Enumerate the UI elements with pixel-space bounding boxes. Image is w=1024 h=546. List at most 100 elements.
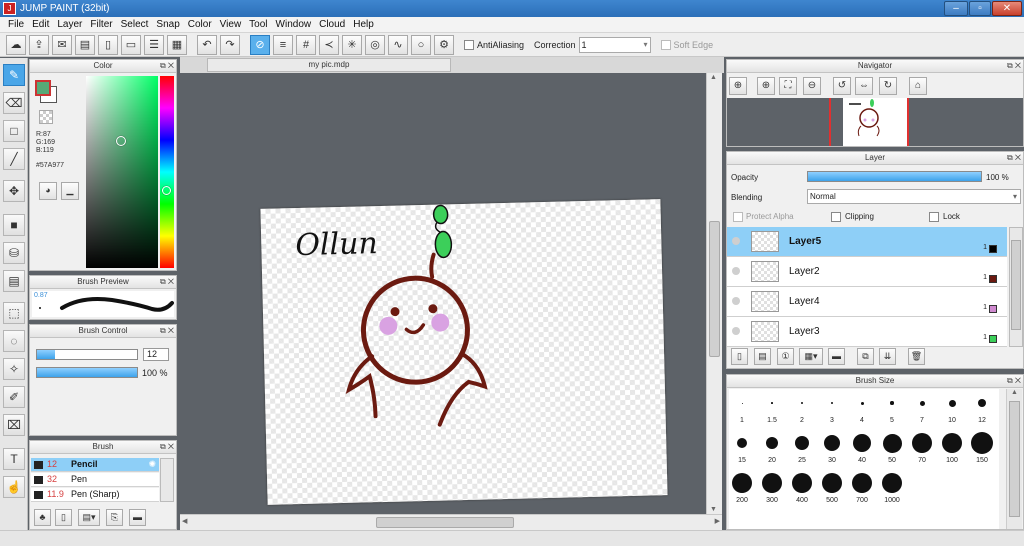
document-icon[interactable]: ▯ [98,34,118,55]
maximize-button[interactable]: ▫ [969,1,991,16]
scroll-up-icon[interactable]: ▲ [1011,389,1018,396]
layer-list-scrollbar[interactable] [1009,227,1023,347]
visibility-toggle-icon[interactable] [732,297,740,305]
gradient-tool-icon[interactable]: ▤ [3,270,25,292]
comment-icon[interactable]: ✉ [52,34,72,55]
panel-close-icon[interactable]: ⧉ ✕ [1007,152,1021,164]
blending-select[interactable]: Normal ▾ [807,189,1021,204]
protect-alpha-checkbox[interactable] [733,212,743,222]
brush-size-option[interactable]: 500 [818,469,846,507]
snap-parallel-icon[interactable]: ≡ [273,34,293,55]
layer-row-layer3[interactable]: Layer3 1 [727,317,1007,347]
layer-scroll-thumb[interactable] [1011,240,1021,330]
brush-size-option[interactable]: 1.5 [758,389,786,427]
visibility-toggle-icon[interactable] [732,267,740,275]
magic-wand-tool-icon[interactable]: ✧ [3,358,25,380]
rotate-right-icon[interactable]: ↻ [879,77,897,95]
panel-close-icon[interactable]: ⧉ ✕ [160,441,174,453]
scroll-up-icon[interactable]: ▲ [710,74,717,81]
clipping-checkbox[interactable] [831,212,841,222]
brush-size-option[interactable]: 100 [938,429,966,467]
layer-row-layer2[interactable]: Layer2 1 [727,257,1007,287]
eraser-tool-icon[interactable]: ⌫ [3,92,25,114]
panel-close-icon[interactable]: ⧉ ✕ [160,325,174,337]
list-icon[interactable]: ☰ [144,34,164,55]
vertical-scroll-thumb[interactable] [709,221,720,357]
layer-type-menu-icon[interactable]: ▦▾ [799,348,823,365]
menu-view[interactable]: View [216,19,246,30]
brush-opacity-slider[interactable] [36,367,138,378]
brush-size-option[interactable]: 5 [878,389,906,427]
layer-row-layer5[interactable]: Layer5 1 ✺ [727,227,1007,257]
lasso-tool-icon[interactable]: ◌ [3,330,25,352]
fit-view-icon[interactable]: ⛶ [779,77,797,95]
snap-curve-icon[interactable]: ∿ [388,34,408,55]
rect-select-tool-icon[interactable]: ⬚ [3,302,25,324]
move-tool-icon[interactable]: ✥ [3,180,25,202]
brush-menu-icon[interactable]: ▤▾ [78,509,100,526]
menu-snap[interactable]: Snap [152,19,183,30]
brush-size-scroll-thumb[interactable] [1009,401,1020,517]
brush-tool-icon[interactable]: ✎ [3,64,25,86]
menu-color[interactable]: Color [184,19,216,30]
visibility-toggle-icon[interactable] [732,237,740,245]
brush-item-pen-sharp[interactable]: 11.9 Pen (Sharp) [31,488,159,502]
brush-size-option[interactable]: 20 [758,429,786,467]
brush-size-option[interactable]: 70 [908,429,936,467]
brush-size-option[interactable]: 700 [848,469,876,507]
brush-size-option[interactable]: 10 [938,389,966,427]
horizontal-scroll-thumb[interactable] [376,517,514,528]
select-eraser-tool-icon[interactable]: ⌧ [3,414,25,436]
scroll-left-icon[interactable]: ◀ [182,517,187,525]
flip-icon[interactable]: ⇔ [855,77,873,95]
picker-cursor[interactable] [116,136,126,146]
snap-radial-icon[interactable]: ✳ [342,34,362,55]
panel-close-icon[interactable]: ⧉ ✕ [1007,375,1021,387]
new-layer-8bit-icon[interactable]: ▤ [754,348,771,365]
rotate-left-icon[interactable]: ↺ [833,77,851,95]
brush-size-option[interactable]: 7 [908,389,936,427]
scroll-down-icon[interactable]: ▼ [710,506,717,513]
brush-size-option[interactable]: 1 [728,389,756,427]
menu-cloud[interactable]: Cloud [315,19,349,30]
close-button[interactable]: ✕ [992,1,1022,16]
correction-select[interactable]: 1 ▾ [578,36,651,53]
bucket-tool-icon[interactable]: ⛁ [3,242,25,264]
menu-window[interactable]: Window [272,19,316,30]
brush-size-option[interactable]: 15 [728,429,756,467]
zoom-in-icon[interactable]: ⊕ [729,77,747,95]
snap-settings-icon[interactable]: ⚙ [434,34,454,55]
minimize-button[interactable]: – [944,1,968,16]
delete-layer-icon[interactable]: 🗑 [908,348,925,365]
primary-color-swatch[interactable] [35,80,51,96]
panel-close-icon[interactable]: ⧉ ✕ [160,276,174,288]
gear-icon[interactable]: ✺ [148,458,156,471]
brush-tree-icon[interactable]: ♣ [34,509,51,526]
transparent-color-swatch[interactable] [39,110,53,124]
panel-close-icon[interactable]: ⧉ ✕ [1007,60,1021,72]
brush-size-option[interactable]: 12 [968,389,996,427]
brush-item-pencil[interactable]: 12 Pencil ✺ [31,458,159,472]
hue-slider[interactable] [160,76,174,268]
brush-size-option[interactable]: 200 [728,469,756,507]
cloud-icon[interactable]: ☁ [6,34,26,55]
menu-help[interactable]: Help [349,19,378,30]
brush-size-option[interactable]: 1000 [878,469,906,507]
brush-list-scrollbar[interactable] [160,458,174,502]
folder-icon[interactable]: ▬ [129,509,146,526]
snap-circle-icon[interactable]: ○ [411,34,431,55]
new-layer-icon[interactable]: ▯ [731,348,748,365]
grid-icon[interactable]: ▦ [167,34,187,55]
navigator-preview[interactable] [727,98,1023,146]
brush-size-option[interactable]: 40 [848,429,876,467]
canvas-vertical-scrollbar[interactable]: ▲ ▼ [706,73,722,514]
brush-size-input[interactable]: 12 [143,348,169,361]
brush-size-option[interactable]: 400 [788,469,816,507]
layer-row-layer4[interactable]: Layer4 1 [727,287,1007,317]
undo-icon[interactable]: ↶ [197,34,217,55]
brush-size-option[interactable]: 50 [878,429,906,467]
line-tool-icon[interactable]: ╱ [3,148,25,170]
shape-tool-icon[interactable]: □ [3,120,25,142]
new-brush-icon[interactable]: ▯ [55,509,72,526]
menu-tool[interactable]: Tool [245,19,271,30]
